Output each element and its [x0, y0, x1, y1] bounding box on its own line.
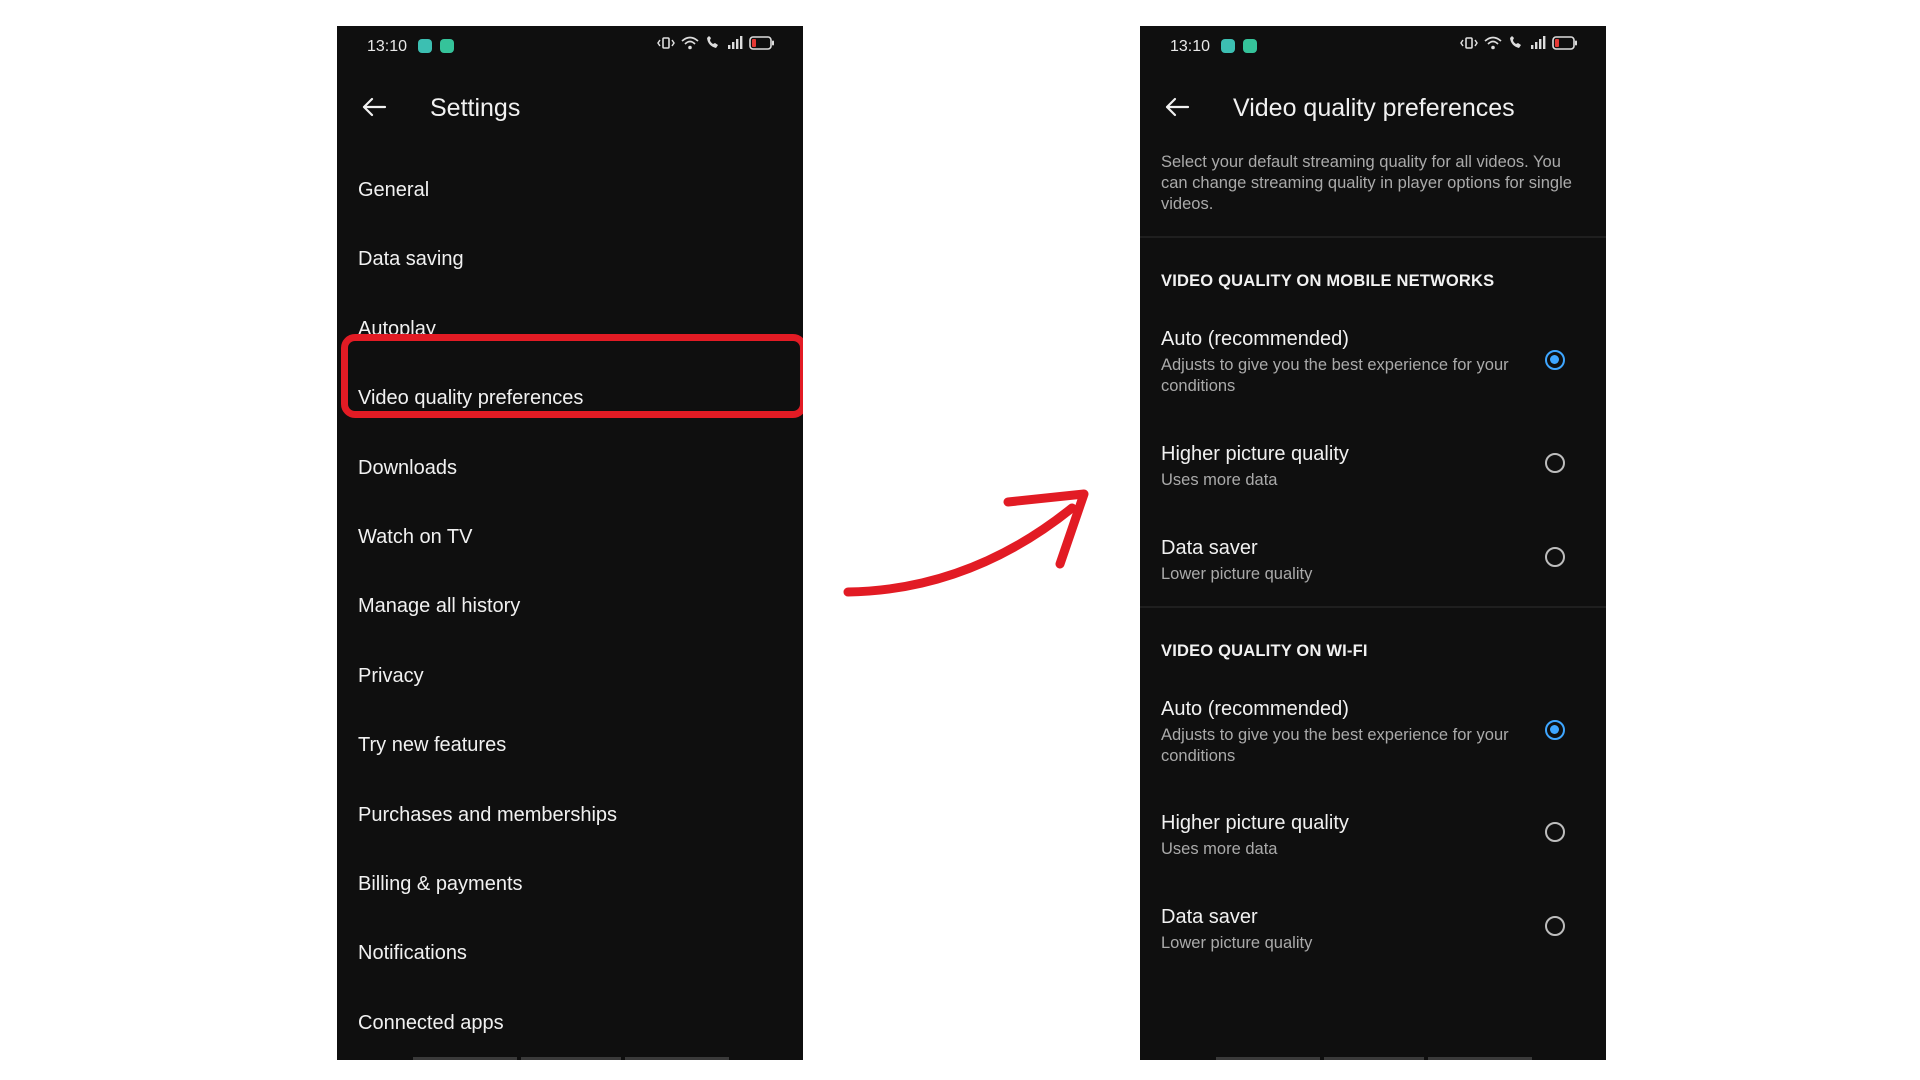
option-title: Higher picture quality: [1161, 443, 1349, 465]
status-time: 13:10: [367, 38, 408, 55]
notification-app-icon: [418, 39, 432, 53]
option-title: Auto (recommended): [1161, 698, 1349, 720]
section-title-mobile: VIDEO QUALITY ON MOBILE NETWORKS: [1161, 272, 1495, 290]
top-app-bar: Video quality preferences: [1140, 82, 1606, 132]
radio-button-selected[interactable]: [1545, 350, 1565, 370]
vibrate-icon: [657, 37, 675, 49]
option-subtitle: Adjusts to give you the best experience …: [1161, 726, 1509, 765]
mobile-option-higher[interactable]: Higher picture quality Uses more data: [1140, 443, 1606, 503]
wifi-call-icon: [707, 36, 718, 48]
option-subtitle: Adjusts to give you the best experience …: [1161, 356, 1509, 395]
settings-item-billing[interactable]: Billing & payments: [337, 850, 803, 919]
wifi-option-data-saver[interactable]: Data saver Lower picture quality: [1140, 906, 1606, 966]
quality-description: Select your default streaming quality fo…: [1161, 153, 1572, 213]
status-icons: [1460, 36, 1578, 50]
vibrate-icon: [1460, 37, 1478, 49]
settings-item-general[interactable]: General: [337, 156, 803, 225]
radio-button[interactable]: [1545, 453, 1565, 473]
option-title: Data saver: [1161, 906, 1258, 928]
signal-icon: [728, 36, 743, 49]
option-title: Auto (recommended): [1161, 328, 1349, 350]
settings-item-downloads[interactable]: Downloads: [337, 434, 803, 503]
signal-icon: [1531, 36, 1546, 49]
radio-button-selected[interactable]: [1545, 720, 1565, 740]
mobile-option-auto[interactable]: Auto (recommended) Adjusts to give you t…: [1140, 328, 1606, 408]
option-subtitle: Lower picture quality: [1161, 934, 1313, 952]
settings-item-manage-history[interactable]: Manage all history: [337, 572, 803, 641]
status-bar: 13:10: [337, 26, 803, 66]
wifi-option-higher[interactable]: Higher picture quality Uses more data: [1140, 812, 1606, 872]
top-app-bar: Settings: [337, 82, 803, 132]
page-title: Settings: [430, 94, 521, 122]
battery-low-icon: [749, 36, 774, 50]
notification-app-icon: [440, 39, 454, 53]
mobile-option-data-saver[interactable]: Data saver Lower picture quality: [1140, 537, 1606, 597]
radio-button[interactable]: [1545, 822, 1565, 842]
radio-button[interactable]: [1545, 547, 1565, 567]
settings-item-privacy[interactable]: Privacy: [337, 642, 803, 711]
wifi-option-auto[interactable]: Auto (recommended) Adjusts to give you t…: [1140, 698, 1606, 778]
divider: [1140, 606, 1606, 608]
status-bar: 13:10: [1140, 26, 1606, 66]
red-arrow-icon: [843, 489, 1089, 597]
battery-low-icon: [1552, 36, 1577, 50]
divider: [1140, 236, 1606, 238]
settings-item-try-new-features[interactable]: Try new features: [337, 711, 803, 780]
notification-app-icon: [1221, 39, 1235, 53]
page-title: Video quality preferences: [1233, 94, 1515, 122]
settings-item-notifications[interactable]: Notifications: [337, 919, 803, 988]
section-title-wifi: VIDEO QUALITY ON WI-FI: [1161, 642, 1368, 660]
option-subtitle: Lower picture quality: [1161, 565, 1313, 583]
option-subtitle: Uses more data: [1161, 840, 1278, 858]
status-icons: [657, 36, 775, 50]
option-subtitle: Uses more data: [1161, 471, 1278, 489]
wifi-icon: [1484, 36, 1502, 50]
status-time: 13:10: [1170, 38, 1211, 55]
wifi-icon: [681, 36, 699, 50]
option-title: Higher picture quality: [1161, 812, 1349, 834]
highlight-box: [341, 334, 803, 418]
settings-item-connected-apps[interactable]: Connected apps: [337, 989, 803, 1058]
settings-item-watch-on-tv[interactable]: Watch on TV: [337, 503, 803, 572]
radio-button[interactable]: [1545, 916, 1565, 936]
settings-menu: General Data saving Autoplay Video quali…: [337, 156, 803, 1058]
settings-item-data-saving[interactable]: Data saving: [337, 225, 803, 294]
option-title: Data saver: [1161, 537, 1258, 559]
settings-screen: 13:10 Settings General Data saving Autop…: [337, 26, 803, 1060]
video-quality-screen: 13:10 Video quality preferences Select y…: [1140, 26, 1606, 1060]
arrow-left-icon[interactable]: [1162, 92, 1192, 122]
settings-item-purchases[interactable]: Purchases and memberships: [337, 781, 803, 850]
arrow-left-icon[interactable]: [359, 92, 389, 122]
bottom-nav-hint: [1140, 1054, 1606, 1060]
wifi-call-icon: [1510, 36, 1521, 48]
bottom-nav-hint: [337, 1054, 803, 1060]
notification-app-icon: [1243, 39, 1257, 53]
